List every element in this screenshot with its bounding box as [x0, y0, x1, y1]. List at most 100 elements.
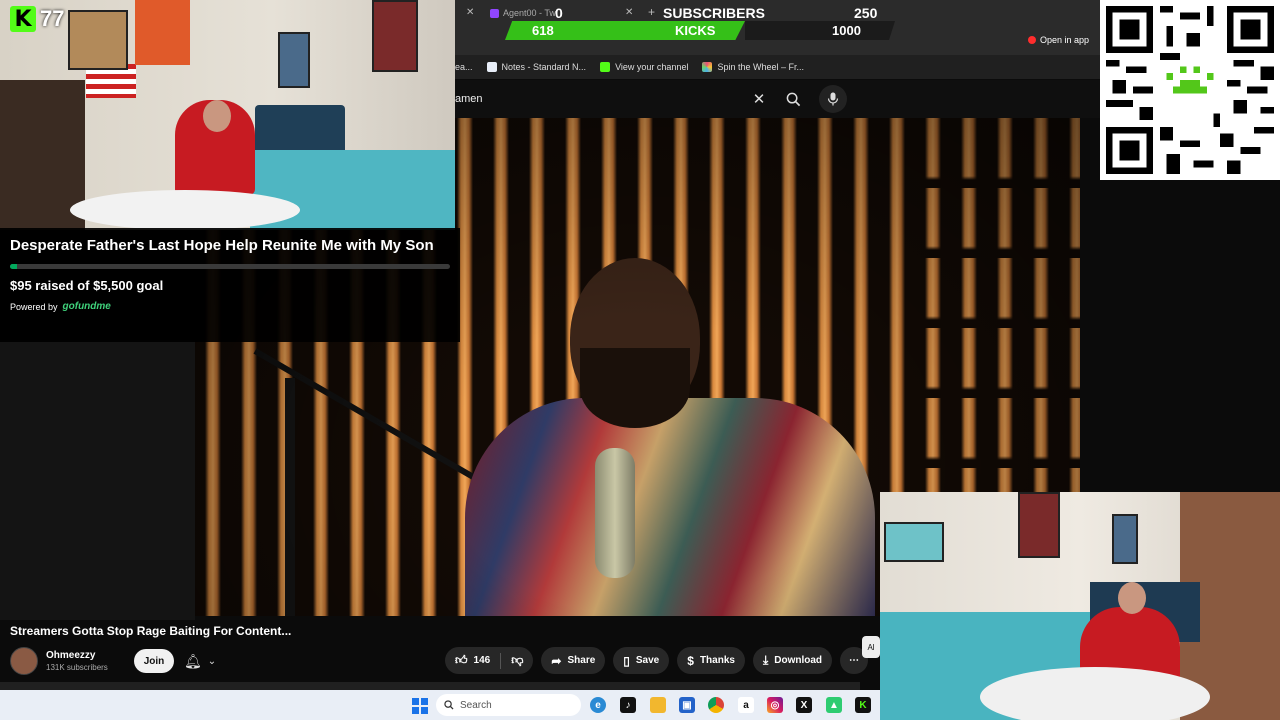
thanks-label: Thanks — [699, 655, 735, 666]
edge-icon[interactable]: e — [590, 697, 606, 713]
hanging-shirt — [135, 0, 190, 65]
video-actions: 👍︎ 146 👎︎ ➦ Share ▯ Save $ Thanks ⤓ Down… — [445, 647, 869, 674]
bookmark-item-notes[interactable]: Notes - Standard N... — [486, 62, 587, 72]
share-button[interactable]: ➦ Share — [541, 647, 606, 674]
x-icon[interactable]: X — [796, 697, 812, 713]
save-button[interactable]: ▯ Save — [613, 647, 670, 674]
open-in-app-button[interactable]: Open in app — [1028, 35, 1089, 45]
folder-icon[interactable] — [650, 697, 666, 713]
streamer-head — [203, 100, 231, 132]
subscribers-goal: 250 — [854, 5, 878, 21]
bookmark-label: ea... — [455, 62, 473, 72]
gofundme-powered-by: Powered by gofundme — [10, 301, 450, 312]
gofundme-progress-fill — [10, 264, 18, 269]
join-button[interactable]: Join — [134, 649, 174, 673]
search-input[interactable]: amen — [455, 93, 745, 105]
save-label: Save — [635, 655, 660, 666]
lion-poster — [68, 10, 128, 70]
subscribers-label: SUBSCRIBERS — [663, 5, 765, 21]
more-icon: ⋯ — [849, 655, 860, 666]
thumbs-down-icon[interactable]: 👎︎ — [511, 653, 523, 668]
chrome-icon[interactable] — [708, 697, 724, 713]
bookmark-icon: ▯ — [623, 653, 630, 668]
qr-code-icon — [1106, 6, 1274, 174]
bookmark-item-channel[interactable]: View your channel — [600, 62, 688, 72]
share-icon: ➦ — [551, 653, 562, 668]
channel-name[interactable]: Ohmeezzy — [46, 650, 126, 661]
voice-search-icon[interactable] — [819, 85, 847, 113]
filter-chip-all[interactable]: Al — [862, 636, 880, 658]
share-label: Share — [567, 655, 596, 666]
divider — [500, 652, 502, 669]
amazon-icon[interactable]: a — [738, 697, 754, 713]
kicks-progress-track — [745, 21, 895, 40]
kick-icon — [600, 62, 611, 72]
bookmark-item-1[interactable]: ea... — [455, 62, 473, 72]
streamer-webcam-top — [0, 0, 455, 230]
like-button[interactable]: 👍︎ 146 👎︎ — [445, 647, 534, 674]
panda-poster — [1018, 492, 1060, 558]
gofundme-title: Desperate Father's Last Hope Help Reunit… — [10, 237, 434, 254]
clear-search-icon[interactable]: ✕ — [745, 85, 773, 113]
dollar-icon: $ — [687, 653, 694, 668]
poster-small — [1112, 514, 1138, 564]
youtube-icon — [1028, 36, 1036, 44]
download-button[interactable]: ⤓ Download — [752, 647, 833, 674]
chevron-down-icon: ⌄ — [207, 655, 217, 667]
download-label: Download — [774, 655, 823, 666]
wheel-icon — [702, 62, 713, 72]
gofundme-widget: Desperate Father's Last Hope Help Reunit… — [0, 228, 460, 342]
thanks-button[interactable]: $ Thanks — [677, 647, 745, 674]
stream-layout: Open in app ea... Notes - Standard N... … — [0, 0, 1280, 720]
close-tab-icon[interactable]: ✕ — [466, 7, 474, 18]
taskbar-search[interactable]: Search — [436, 694, 581, 716]
taskbar-search-placeholder: Search — [460, 699, 492, 711]
kicks-goal: 1000 — [832, 23, 861, 38]
bookmark-label: Spin the Wheel – Fr... — [717, 62, 804, 72]
streamer-webcam-bottom — [880, 492, 1280, 720]
tiktok-icon[interactable]: ♪ — [620, 697, 636, 713]
bell-icon: 🔔︎ — [184, 652, 202, 669]
kicks-label: KICKS — [675, 23, 716, 38]
twitch-icon — [490, 8, 499, 18]
like-count: 146 — [473, 655, 491, 666]
streamer-head — [1118, 582, 1146, 614]
video-title: Streamers Gotta Stop Rage Baiting For Co… — [10, 624, 292, 638]
channel-subscribers: 131K subscribers — [46, 663, 108, 672]
windows-start-icon[interactable] — [412, 698, 428, 714]
qr-code — [1100, 0, 1280, 180]
android-icon[interactable]: ▲ — [826, 697, 842, 713]
download-icon: ⤓ — [762, 653, 769, 667]
tab-label: Agent00 - Tw — [503, 8, 556, 18]
notification-bell-button[interactable]: 🔔︎ ⌄ — [184, 653, 216, 670]
thumbs-up-icon: 👍︎ — [455, 653, 468, 667]
gofundme-logo: gofundme — [62, 301, 111, 312]
round-table — [70, 190, 300, 230]
notes-icon — [486, 62, 497, 72]
channel-info: Ohmeezzy 131K subscribers — [46, 650, 126, 672]
search-icon[interactable] — [779, 85, 807, 113]
close-tab-icon[interactable]: ✕ — [625, 7, 633, 18]
store-icon[interactable]: ▣ — [679, 697, 695, 713]
calendar-board — [884, 522, 944, 562]
panda-poster — [372, 0, 418, 72]
gofundme-raised: $95 raised of $5,500 goal — [10, 278, 164, 293]
gofundme-progress-bar — [10, 264, 450, 269]
bookmark-item-wheel[interactable]: Spin the Wheel – Fr... — [702, 62, 804, 72]
kick-icon[interactable]: K — [855, 697, 871, 713]
scroll-strip — [0, 682, 860, 690]
kicks-current: 618 — [532, 23, 554, 38]
powered-by-label: Powered by — [10, 301, 58, 312]
kick-follower-counter: K 77 — [10, 6, 64, 32]
left-dark-panel — [0, 340, 195, 620]
bookmark-label: Notes - Standard N... — [501, 62, 587, 72]
new-tab-icon[interactable]: + — [648, 5, 655, 19]
bookmark-label: View your channel — [615, 62, 689, 72]
search-icon — [444, 700, 454, 710]
poster-small — [278, 32, 310, 88]
browser-tab-agent[interactable]: Agent00 - Tw — [490, 8, 556, 18]
subscribers-current: 0 — [555, 5, 563, 21]
channel-row: Ohmeezzy 131K subscribers Join 🔔︎ ⌄ — [10, 646, 216, 676]
instagram-icon[interactable]: ◎ — [767, 697, 783, 713]
channel-avatar[interactable] — [10, 647, 38, 675]
